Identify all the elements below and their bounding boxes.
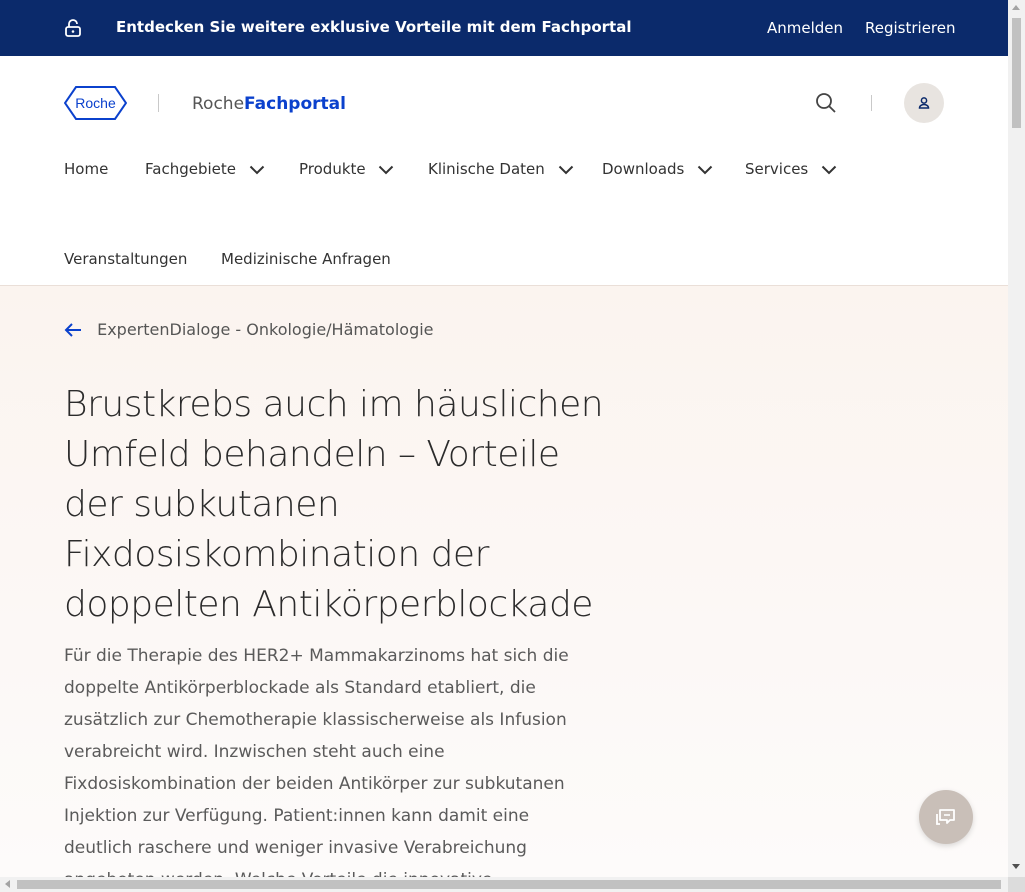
page-title: Brustkrebs auch im häuslichen Umfeld beh… bbox=[64, 384, 604, 625]
promo-text: Entdecken Sie weitere exklusive Vorteile… bbox=[116, 18, 632, 36]
nav-services[interactable]: Services bbox=[745, 160, 837, 179]
nav-veranstaltungen-label: Veranstaltungen bbox=[64, 250, 188, 268]
logo-divider bbox=[158, 94, 159, 112]
login-link[interactable]: Anmelden bbox=[767, 19, 843, 37]
portal-prefix: Roche bbox=[192, 94, 245, 114]
scroll-down-arrow-icon[interactable] bbox=[1012, 864, 1020, 869]
scroll-left-arrow-icon[interactable] bbox=[5, 880, 10, 888]
horizontal-scrollbar[interactable] bbox=[0, 877, 1008, 892]
lock-open-icon bbox=[64, 19, 82, 37]
nav-downloads[interactable]: Downloads bbox=[602, 160, 713, 179]
article-intro: Für die Therapie des HER2+ Mammakarzinom… bbox=[64, 646, 569, 890]
portal-name[interactable]: RocheFachportal bbox=[192, 94, 346, 114]
nav-fachgebiete[interactable]: Fachgebiete bbox=[145, 160, 265, 179]
nav-fachgebiete-label: Fachgebiete bbox=[145, 160, 236, 178]
nav-medizinische-anfragen[interactable]: Medizinische Anfragen bbox=[221, 250, 391, 268]
breadcrumb[interactable]: ExpertenDialoge - Onkologie/Hämatologie bbox=[64, 320, 434, 339]
vertical-scrollbar[interactable] bbox=[1008, 0, 1025, 877]
user-avatar-button[interactable] bbox=[904, 83, 944, 123]
nav-klinische-label: Klinische Daten bbox=[428, 160, 545, 178]
chevron-down-icon bbox=[378, 161, 394, 179]
portal-suffix: Fachportal bbox=[244, 94, 346, 114]
nav-veranstaltungen[interactable]: Veranstaltungen bbox=[64, 250, 187, 268]
search-icon[interactable] bbox=[815, 92, 837, 114]
horizontal-scroll-thumb[interactable] bbox=[17, 880, 1001, 889]
chevron-down-icon bbox=[697, 161, 713, 179]
promo-bar: Entdecken Sie weitere exklusive Vorteile… bbox=[0, 0, 1008, 56]
nav-home-label: Home bbox=[64, 160, 109, 178]
scroll-up-arrow-icon[interactable] bbox=[1012, 5, 1020, 10]
roche-logo-text: Roche bbox=[75, 95, 116, 111]
nav-klinische-daten[interactable]: Klinische Daten bbox=[428, 160, 574, 179]
chevron-down-icon bbox=[249, 161, 265, 179]
chevron-down-icon bbox=[558, 161, 574, 179]
vertical-scroll-thumb[interactable] bbox=[1012, 18, 1021, 128]
nav-home[interactable]: Home bbox=[64, 160, 108, 178]
header-divider bbox=[871, 95, 872, 111]
roche-logo[interactable]: Roche bbox=[63, 86, 128, 120]
nav-anfragen-label: Medizinische Anfragen bbox=[221, 250, 391, 268]
nav-services-label: Services bbox=[745, 160, 809, 178]
register-link[interactable]: Registrieren bbox=[865, 19, 956, 37]
scrollbar-corner bbox=[1008, 877, 1025, 892]
nav-downloads-label: Downloads bbox=[602, 160, 685, 178]
article-hero: ExpertenDialoge - Onkologie/Hämatologie … bbox=[0, 286, 1008, 890]
site-header: Roche RocheFachportal Home Fachgebiete P… bbox=[0, 56, 1008, 286]
breadcrumb-label: ExpertenDialoge - Onkologie/Hämatologie bbox=[97, 320, 434, 339]
nav-produkte[interactable]: Produkte bbox=[299, 160, 394, 179]
chevron-down-icon bbox=[821, 161, 837, 179]
nav-produkte-label: Produkte bbox=[299, 160, 366, 178]
chat-button[interactable] bbox=[919, 790, 973, 844]
arrow-left-icon bbox=[64, 320, 97, 339]
